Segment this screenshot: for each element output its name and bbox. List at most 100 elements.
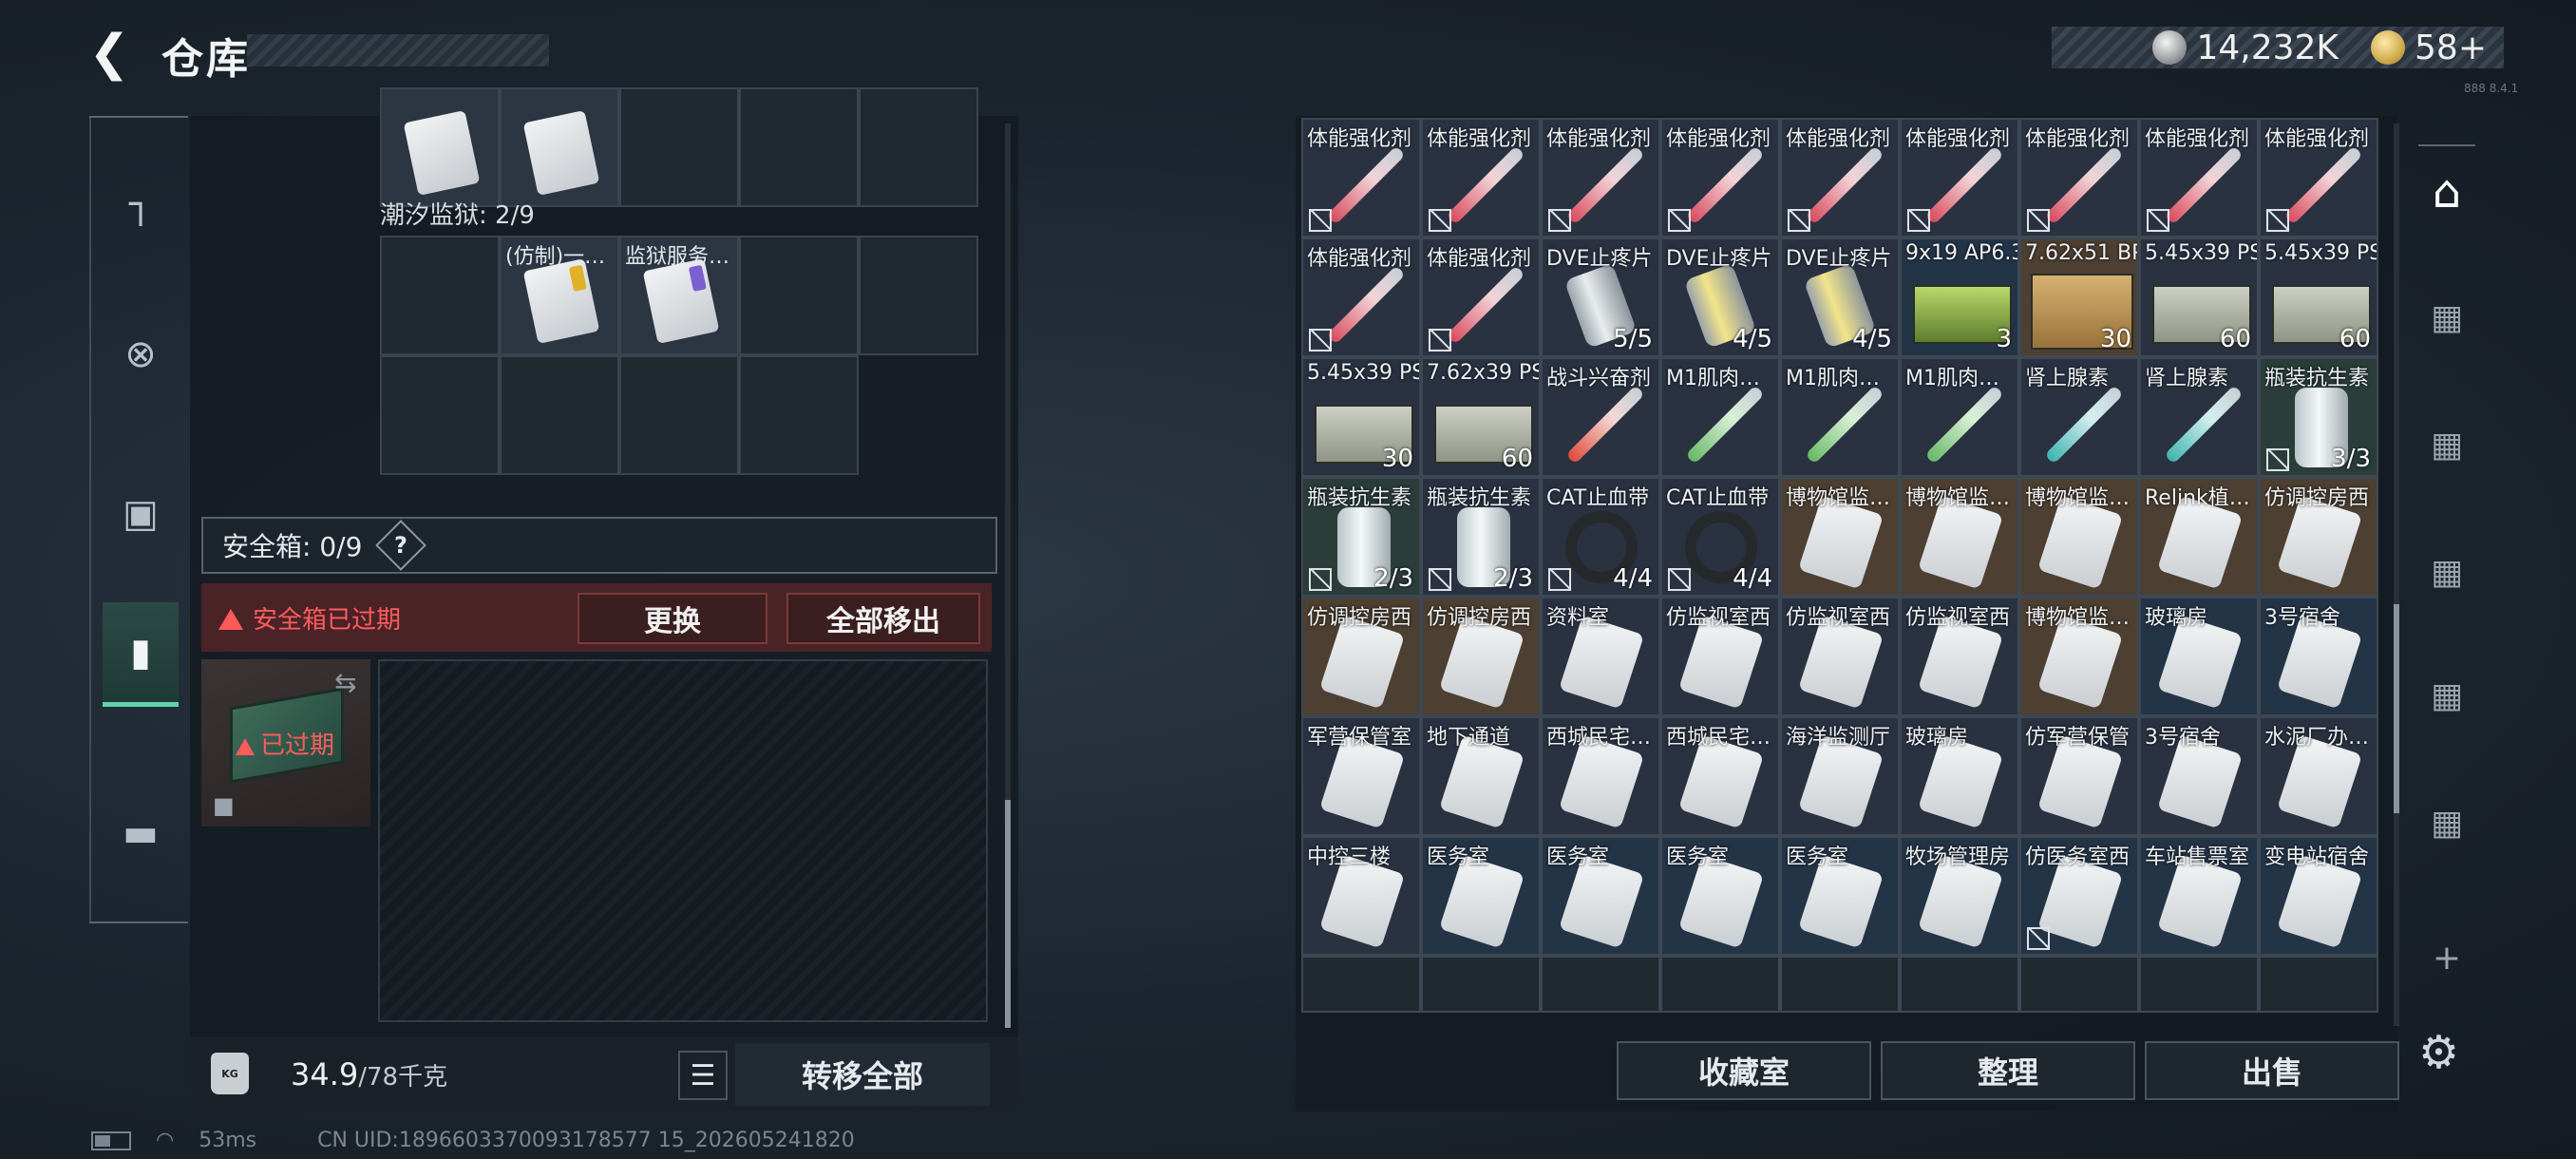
stash-item-cell[interactable]: 7.62x51 BPZ 30 — [2019, 238, 2139, 357]
stash-item-cell[interactable]: 体能强化剂 — [1541, 118, 1660, 238]
stash-item-cell[interactable]: 瓶装抗生素 2/3 — [1301, 477, 1421, 597]
help-icon[interactable]: ? — [375, 520, 427, 571]
empty-cell[interactable] — [500, 355, 619, 475]
stash-item-cell[interactable]: 军营保管室 — [1301, 716, 1421, 836]
stash-item-cell[interactable]: 玻璃房 — [2139, 597, 2259, 716]
stash-item-cell[interactable]: 海洋监测厅 — [1780, 716, 1900, 836]
stash-item-cell[interactable]: 医务室 — [1660, 836, 1780, 956]
transfer-all-button[interactable]: 转移全部 — [735, 1043, 990, 1106]
stash-item-cell[interactable]: CAT止血带 4/4 — [1660, 477, 1780, 597]
empty-cell[interactable] — [1900, 956, 2019, 1013]
empty-cell[interactable] — [619, 87, 739, 207]
stash-item-cell[interactable]: 肾上腺素 — [2019, 357, 2139, 477]
stash-item-cell[interactable]: 仿监视室西 — [1780, 597, 1900, 716]
stash-item-cell[interactable]: 车站售票室 — [2139, 836, 2259, 956]
stash-item-cell[interactable]: 仿调控房西 — [1421, 597, 1541, 716]
stash-item-cell[interactable]: Relink植… — [2139, 477, 2259, 597]
stash-item-cell[interactable]: M1肌肉… — [1660, 357, 1780, 477]
stash-item-cell[interactable]: 7.62x39 PS 60 — [1421, 357, 1541, 477]
stash-item-cell[interactable]: 水泥厂办… — [2259, 716, 2378, 836]
currency-gold-value[interactable]: 58+ — [2415, 28, 2487, 67]
stash-item-cell[interactable]: 仿医务室西 — [2019, 836, 2139, 956]
empty-cell[interactable] — [739, 236, 859, 355]
crate-icon[interactable]: ▦ — [2409, 524, 2485, 619]
stash-item-cell[interactable]: 仿调控房西 — [2259, 477, 2378, 597]
stash-item-cell[interactable]: 5.45x39 PS 60 — [2259, 238, 2378, 357]
stash-item-cell[interactable]: 体能强化剂 — [1421, 118, 1541, 238]
stash-item-cell[interactable]: 体能强化剂 — [2019, 118, 2139, 238]
empty-cell[interactable] — [859, 236, 978, 355]
empty-cell[interactable] — [1660, 956, 1780, 1013]
settings-gear-icon[interactable]: ⚙ — [2418, 1026, 2459, 1079]
stash-item-cell[interactable]: 肾上腺素 — [2139, 357, 2259, 477]
empty-cell[interactable] — [380, 355, 500, 475]
empty-cell[interactable] — [1301, 956, 1421, 1013]
sell-button[interactable]: 出售 — [2145, 1041, 2399, 1100]
stash-item-cell[interactable]: 变电站宿舍 — [2259, 836, 2378, 956]
stash-item-cell[interactable]: 3号宿舍 — [2259, 597, 2378, 716]
stash-item-cell[interactable]: 医务室 — [1780, 836, 1900, 956]
stash-item-cell[interactable]: 玻璃房 — [1900, 716, 2019, 836]
stash-item-cell[interactable]: 仿军营保管 — [2019, 716, 2139, 836]
inventory-cell[interactable] — [500, 87, 619, 207]
left-scrollbar-thumb[interactable] — [1005, 800, 1011, 1028]
sort-button[interactable]: 整理 — [1881, 1041, 2135, 1100]
stash-item-cell[interactable]: 体能强化剂 — [1421, 238, 1541, 357]
empty-cell[interactable] — [1780, 956, 1900, 1013]
safe-box-icon[interactable]: ▮ — [103, 602, 179, 707]
stash-item-cell[interactable]: 仿监视室西 — [1660, 597, 1780, 716]
stash-item-cell[interactable]: 战斗兴奋剂 — [1541, 357, 1660, 477]
stash-item-cell[interactable]: 博物馆监… — [1900, 477, 2019, 597]
stash-item-cell[interactable]: 体能强化剂 — [1780, 118, 1900, 238]
stash-item-cell[interactable]: 3号宿舍 — [2139, 716, 2259, 836]
gun-icon[interactable]: ┐ — [103, 152, 179, 256]
empty-cell[interactable] — [1421, 956, 1541, 1013]
stash-item-cell[interactable]: 博物馆监… — [1780, 477, 1900, 597]
right-scrollbar-thumb[interactable] — [2394, 604, 2399, 813]
collection-room-button[interactable]: 收藏室 — [1617, 1041, 1871, 1100]
toolbox-icon[interactable]: ▬ — [103, 781, 179, 885]
inventory-cell[interactable] — [380, 87, 500, 207]
right-scrollbar[interactable] — [2394, 124, 2399, 1026]
remove-all-button[interactable]: 全部移出 — [786, 593, 980, 644]
stash-item-cell[interactable]: 博物馆监… — [2019, 597, 2139, 716]
safe-case-slot[interactable]: ⇆ 已过期 ■ — [201, 659, 370, 826]
empty-cell[interactable] — [2259, 956, 2378, 1013]
stash-item-cell[interactable]: 5.45x39 PS 30 — [1301, 357, 1421, 477]
empty-cell[interactable] — [2139, 956, 2259, 1013]
stash-item-cell[interactable]: 5.45x39 PS 60 — [2139, 238, 2259, 357]
empty-cell[interactable] — [739, 355, 859, 475]
stash-icon[interactable]: ⌂ — [2409, 144, 2485, 239]
crate-icon[interactable]: ▦ — [2409, 648, 2485, 743]
empty-cell[interactable] — [739, 87, 859, 207]
stash-item-cell[interactable]: 医务室 — [1421, 836, 1541, 956]
back-arrow-icon[interactable]: ❮ — [87, 28, 131, 78]
empty-cell[interactable] — [2019, 956, 2139, 1013]
stash-item-cell[interactable]: M1肌肉… — [1900, 357, 2019, 477]
stash-item-cell[interactable]: 体能强化剂 — [1900, 118, 2019, 238]
stash-item-cell[interactable]: 瓶装抗生素 3/3 — [2259, 357, 2378, 477]
stash-item-cell[interactable]: 牧场管理房 — [1900, 836, 2019, 956]
stash-item-cell[interactable]: 体能强化剂 — [1301, 118, 1421, 238]
stash-item-cell[interactable]: 体能强化剂 — [2259, 118, 2378, 238]
stash-item-cell[interactable]: 仿监视室西 — [1900, 597, 2019, 716]
stash-item-cell[interactable]: 医务室 — [1541, 836, 1660, 956]
vest-icon[interactable]: ⊗ — [103, 302, 179, 407]
stash-item-cell[interactable]: DVE止疼片 4/5 — [1660, 238, 1780, 357]
stash-item-cell[interactable]: 体能强化剂 — [1301, 238, 1421, 357]
stash-item-cell[interactable]: DVE止疼片 5/5 — [1541, 238, 1660, 357]
replace-button[interactable]: 更换 — [578, 593, 767, 644]
stash-item-cell[interactable]: 瓶装抗生素 2/3 — [1421, 477, 1541, 597]
stash-item-cell[interactable]: 博物馆监… — [2019, 477, 2139, 597]
stash-item-cell[interactable]: M1肌肉… — [1780, 357, 1900, 477]
inventory-cell[interactable]: (仿制)一… — [500, 236, 619, 355]
stash-item-cell[interactable]: 西城民宅… — [1541, 716, 1660, 836]
stash-item-cell[interactable]: 9x19 AP6.3 3 — [1900, 238, 2019, 357]
crate-icon[interactable]: ▦ — [2409, 397, 2485, 492]
inventory-cell[interactable]: 监狱服务… — [619, 236, 739, 355]
empty-cell[interactable] — [380, 236, 500, 355]
stash-item-cell[interactable]: CAT止血带 4/4 — [1541, 477, 1660, 597]
empty-cell[interactable] — [619, 355, 739, 475]
crate-icon[interactable]: ▦ — [2409, 270, 2485, 365]
plus-icon[interactable]: + — [2409, 910, 2485, 1005]
